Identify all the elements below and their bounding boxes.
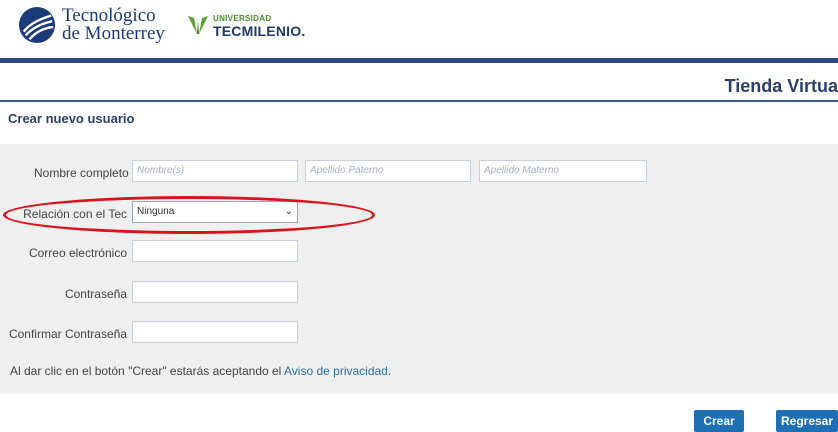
- confirm-password-label: Confirmar Contraseña: [8, 327, 127, 341]
- privacy-notice-end: .: [387, 364, 392, 378]
- maternal-surname-input[interactable]: Apellido Materno: [479, 160, 647, 182]
- relation-selected-value: Ninguna: [137, 206, 175, 217]
- email-label: Correo electrónico: [28, 246, 127, 260]
- privacy-notice-link[interactable]: Aviso de privacidad: [284, 364, 388, 378]
- tec-logo-line2: de Monterrey: [62, 23, 165, 44]
- tecmilenio-logo[interactable]: UNIVERSIDAD TECMILENIO.: [186, 13, 306, 39]
- first-name-input[interactable]: Nombre(s): [132, 160, 298, 182]
- tec-emblem-icon: [18, 6, 56, 44]
- relation-label: Relación con el Tec: [23, 207, 127, 221]
- section-divider: [0, 100, 838, 102]
- password-field[interactable]: [132, 281, 298, 303]
- tec-monterrey-logo[interactable]: Tecnológico de Monterrey: [18, 6, 165, 44]
- privacy-notice: Al dar clic en el botón "Crear" estarás …: [10, 364, 391, 378]
- store-title: Tienda Virtua: [724, 76, 838, 96]
- paternal-surname-placeholder: Apellido Paterno: [310, 165, 384, 176]
- confirm-password-field[interactable]: [132, 321, 298, 343]
- tecmilenio-big-text: TECMILENIO.: [213, 23, 306, 39]
- maternal-surname-placeholder: Apellido Materno: [484, 165, 560, 176]
- privacy-notice-text: Al dar clic en el botón "Crear" estarás …: [10, 364, 282, 378]
- header-divider-bar: [0, 58, 838, 63]
- relation-select[interactable]: Ninguna ⌄: [132, 201, 298, 223]
- full-name-label: Nombre completo: [34, 166, 129, 180]
- create-button[interactable]: Crear: [694, 410, 744, 432]
- password-label: Contraseña: [64, 287, 127, 301]
- page-title: Crear nuevo usuario: [8, 111, 135, 126]
- chevron-down-icon: ⌄: [284, 206, 293, 217]
- page-header: Tecnológico de Monterrey UNIVERSIDAD TEC…: [0, 0, 838, 58]
- tecmilenio-logo-text: UNIVERSIDAD TECMILENIO.: [213, 13, 306, 39]
- back-button[interactable]: Regresar: [776, 410, 838, 432]
- email-field[interactable]: [132, 240, 298, 262]
- paternal-surname-input[interactable]: Apellido Paterno: [305, 160, 471, 182]
- tec-logo-text: Tecnológico de Monterrey: [62, 6, 165, 44]
- tecmilenio-leaf-icon: [188, 16, 208, 34]
- first-name-placeholder: Nombre(s): [137, 165, 185, 176]
